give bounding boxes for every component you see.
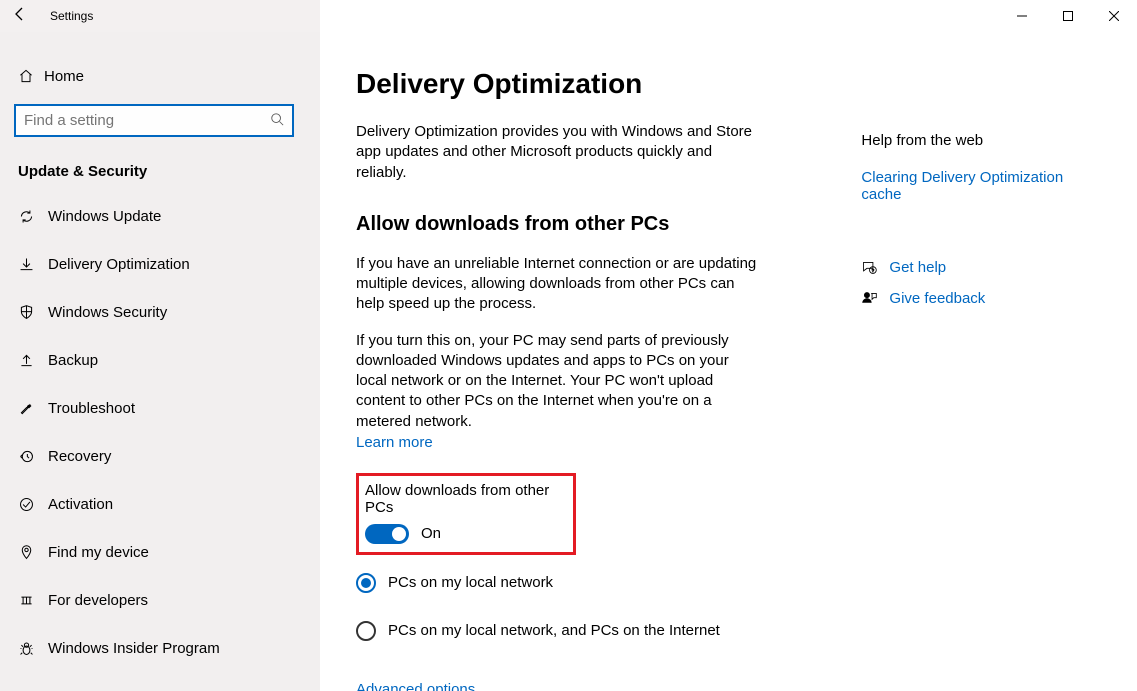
sidebar-item-activation[interactable]: Activation [0,480,320,528]
radio-label: PCs on my local network [388,574,553,591]
dev-icon [18,592,48,609]
sidebar-item-find-my-device[interactable]: Find my device [0,528,320,576]
nav-home-label: Home [44,68,84,85]
section-title: Allow downloads from other PCs [356,213,761,236]
sidebar-item-label: Find my device [48,544,149,561]
clock-icon [18,448,48,465]
shield-icon [18,304,48,321]
highlight-box: Allow downloads from other PCs On [356,473,576,555]
sidebar-item-troubleshoot[interactable]: Troubleshoot [0,384,320,432]
feedback-icon [861,290,889,307]
sidebar-item-label: Activation [48,496,113,513]
get-help-label: Get help [889,259,946,276]
radio-button[interactable] [356,621,376,641]
sidebar-item-label: Windows Update [48,208,161,225]
download-icon [18,256,48,273]
location-icon [18,544,48,561]
intro-text: Delivery Optimization provides you with … [356,122,761,183]
home-icon [18,68,44,84]
sync-icon [18,208,48,225]
sidebar-item-for-developers[interactable]: For developers [0,576,320,624]
radio-internet[interactable]: PCs on my local network, and PCs on the … [356,621,761,641]
back-button[interactable] [0,6,40,27]
radio-button[interactable] [356,573,376,593]
sidebar-item-label: Troubleshoot [48,400,135,417]
titlebar: Settings [0,0,1137,32]
sidebar-item-label: Recovery [48,448,111,465]
toggle-title: Allow downloads from other PCs [365,482,567,516]
upload-icon [18,352,48,369]
search-input[interactable] [14,104,294,137]
wrench-icon [18,400,48,417]
sidebar-item-windows-update[interactable]: Windows Update [0,192,320,240]
sidebar-item-windows-security[interactable]: Windows Security [0,288,320,336]
sidebar-item-delivery-optimization[interactable]: Delivery Optimization [0,240,320,288]
sidebar-item-recovery[interactable]: Recovery [0,432,320,480]
search-icon [270,112,284,129]
search-field[interactable] [24,112,270,129]
section-para-2: If you turn this on, your PC may send pa… [356,331,761,432]
sidebar-item-label: For developers [48,592,148,609]
learn-more-link[interactable]: Learn more [356,434,433,451]
svg-text:?: ? [872,268,875,273]
sidebar-item-backup[interactable]: Backup [0,336,320,384]
sidebar-item-label: Backup [48,352,98,369]
allow-downloads-toggle[interactable] [365,524,409,544]
bug-icon [18,640,48,657]
toggle-state-label: On [421,525,441,542]
nav-home[interactable]: Home [0,56,320,96]
radio-local-network[interactable]: PCs on my local network [356,573,761,593]
help-web-link[interactable]: Clearing Delivery Optimization cache [861,169,1063,203]
main-panel: Delivery Optimization Delivery Optimizat… [320,32,1137,691]
section-para-1: If you have an unreliable Internet conne… [356,254,761,315]
sidebar-item-insider[interactable]: Windows Insider Program [0,624,320,672]
help-from-web-title: Help from the web [861,132,1101,149]
give-feedback-label: Give feedback [889,290,985,307]
sidebar-item-label: Windows Security [48,304,167,321]
sidebar: Home Update & Security Windows Update [0,32,320,691]
maximize-button[interactable] [1045,0,1091,32]
chat-icon: ? [861,259,889,276]
radio-label: PCs on my local network, and PCs on the … [388,622,720,639]
give-feedback-link[interactable]: Give feedback [861,290,1101,307]
minimize-button[interactable] [999,0,1045,32]
check-icon [18,496,48,513]
window-title: Settings [50,9,93,23]
get-help-link[interactable]: ? Get help [861,259,1101,276]
sidebar-category: Update & Security [0,145,320,192]
toggle-knob [392,527,406,541]
close-button[interactable] [1091,0,1137,32]
advanced-options-link[interactable]: Advanced options [356,681,761,691]
sidebar-item-label: Windows Insider Program [48,640,220,657]
sidebar-item-label: Delivery Optimization [48,256,190,273]
page-title: Delivery Optimization [356,68,761,100]
